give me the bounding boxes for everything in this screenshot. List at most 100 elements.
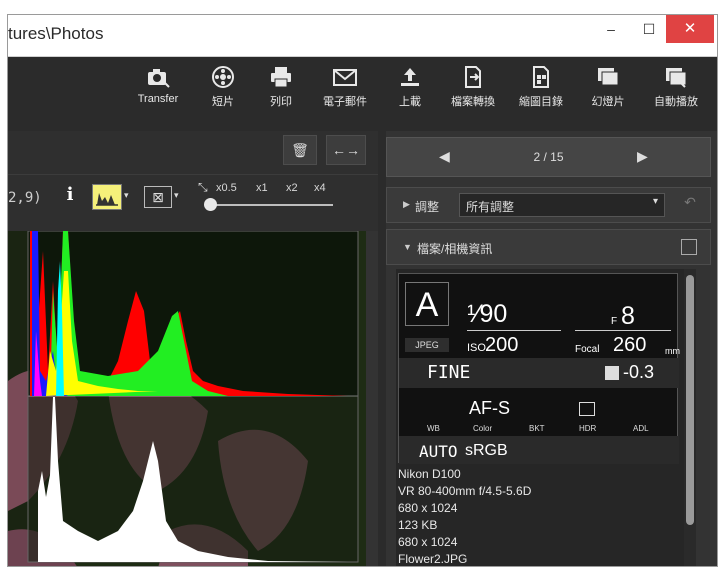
viewer-secondary-toolbar: 2,9) i ▾ ⊠ ▾ ⤡ x0.5 x1 x2 x4: [8, 176, 378, 218]
pixel-coordinates: 2,9): [8, 190, 42, 206]
shutter-speed: ¹⁄90: [467, 300, 508, 328]
main-toolbar: Transfer 短片 列印 電子郵件 上載 檔案轉換 縮圖目錄 幻燈片 自動播…: [8, 57, 717, 131]
zoom-fit-button[interactable]: ⊠: [144, 186, 172, 208]
transfer-button[interactable]: Transfer: [126, 65, 190, 105]
print-button[interactable]: 列印: [261, 65, 301, 109]
exposure-compensation-icon: [605, 366, 619, 380]
iso-value: 200: [485, 334, 519, 356]
image-quality: FINE: [427, 362, 471, 383]
viewer-panel: 🗑 ←→ 2,9) i ▾ ⊠ ▾ ⤡ x0.5 x1 x2 x4: [8, 131, 378, 566]
autoplay-icon: [666, 68, 687, 88]
arrows-horizontal-icon: ←→: [332, 142, 360, 158]
white-balance-value: AUTO: [419, 442, 458, 461]
maximize-button[interactable]: ☐: [636, 15, 662, 43]
image-counter: 2 / 15: [533, 150, 564, 164]
image-viewer[interactable]: [8, 230, 366, 566]
film-reel-icon: [212, 66, 234, 88]
toolbar-item-label: 列印: [270, 96, 292, 108]
file-info-label: 檔案/相機資訊: [417, 242, 493, 256]
trash-icon: 🗑: [291, 142, 309, 158]
camera-model: Nikon D100: [398, 467, 461, 481]
iso-label: ISO: [467, 342, 486, 354]
exposure-mode: A: [405, 282, 449, 326]
adjust-dropdown[interactable]: 所有調整 ▾: [459, 193, 665, 217]
toolbar-item-label: 電子郵件: [323, 96, 367, 108]
viewer-top-toolbar: 🗑 ←→: [8, 131, 378, 175]
image-navigation: ◀ 2 / 15 ▶: [386, 137, 711, 177]
next-image-button[interactable]: ▶: [637, 148, 648, 165]
close-button[interactable]: ✕: [666, 15, 714, 43]
reset-adjustments-button[interactable]: ↶: [677, 194, 703, 216]
slideshow-button[interactable]: 幻燈片: [583, 65, 633, 109]
zoom-level-1[interactable]: x1: [256, 182, 268, 194]
zoom-level-3[interactable]: x4: [314, 182, 326, 194]
aperture-prefix: F: [611, 316, 618, 327]
compare-button[interactable]: ←→: [326, 135, 366, 165]
hdr-label: HDR: [579, 424, 597, 433]
info-toggle-button[interactable]: i: [60, 184, 80, 210]
histogram-toggle-button[interactable]: [92, 184, 122, 210]
focus-mode: AF-S: [469, 398, 511, 418]
email-button[interactable]: 電子郵件: [313, 65, 377, 109]
focal-unit: mm: [665, 346, 680, 356]
file-info-section-header[interactable]: ▼ 檔案/相機資訊: [386, 229, 711, 265]
file-name: Flower2.JPG: [398, 552, 468, 566]
histogram-icon: [96, 193, 118, 206]
adjust-section: ▶ 調整 所有調整 ▾ ↶: [386, 187, 711, 223]
info-panel-settings-icon[interactable]: [681, 239, 697, 255]
lens-model: VR 80-400mm f/4.5-5.6D: [398, 484, 532, 498]
aperture-value: 8: [621, 302, 635, 330]
camera-transfer-icon: [148, 69, 170, 88]
chevron-down-icon[interactable]: ▾: [124, 190, 129, 201]
printer-icon: [271, 67, 291, 88]
minimize-button[interactable]: ‒: [598, 15, 624, 43]
collapsed-arrow-icon[interactable]: ▶: [403, 199, 410, 210]
adl-label: ADL: [633, 424, 649, 433]
image-size: 680 x 1024: [398, 501, 458, 515]
color-label: Color: [473, 424, 493, 433]
image-dimensions: 680 x 1024: [398, 535, 458, 549]
upload-icon: [401, 68, 419, 86]
expanded-arrow-icon: ▼: [403, 242, 412, 252]
delete-button[interactable]: 🗑: [283, 135, 317, 165]
file-details: Nikon D100 VR 80-400mm f/4.5-5.6D 680 x …: [398, 467, 678, 566]
divider: [575, 330, 671, 331]
info-scrollbar-thumb[interactable]: [686, 275, 694, 525]
upload-button[interactable]: 上載: [390, 65, 430, 109]
zoom-level-2[interactable]: x2: [286, 182, 298, 194]
adjust-dropdown-value: 所有調整: [466, 200, 515, 214]
toolbar-item-label: 檔案轉換: [451, 96, 495, 108]
reset-icon: ↶: [684, 194, 696, 210]
slideshow-icon: [598, 68, 619, 86]
zoom-slider-track[interactable]: [208, 204, 333, 206]
shooting-info-panel: A JPEG ¹⁄90 F 8 ISO 200 Focal 260 mm FIN…: [398, 273, 680, 464]
zoom-fit-icon: ⊠: [152, 189, 164, 205]
file-size: 123 KB: [398, 518, 438, 532]
focal-label: Focal: [575, 344, 600, 355]
window-title: tures\Photos: [8, 24, 104, 43]
file-convert-button[interactable]: 檔案轉換: [445, 65, 501, 109]
wb-label: WB: [427, 424, 440, 433]
zoom-shrink-icon: ⤡: [198, 180, 208, 194]
metering-mode-icon: [579, 402, 595, 416]
chevron-down-icon: ▾: [652, 196, 658, 207]
toolbar-item-label: 短片: [212, 96, 234, 108]
viewer-scrollbar[interactable]: [366, 231, 378, 566]
adjust-label: 調整: [415, 200, 440, 214]
photo-with-histogram: [8, 230, 366, 566]
bkt-label: BKT: [529, 424, 545, 433]
title-bar: tures\Photos ‒ ☐ ✕: [8, 15, 717, 57]
movie-button[interactable]: 短片: [203, 65, 243, 109]
toolbar-item-label: 自動播放: [654, 96, 698, 108]
thumbnail-list-icon: [533, 66, 549, 88]
divider: [467, 330, 561, 331]
thumbnail-list-button[interactable]: 縮圖目錄: [513, 65, 569, 109]
chevron-down-icon[interactable]: ▾: [174, 190, 179, 201]
autoplay-button[interactable]: 自動播放: [646, 65, 706, 109]
file-info-body: A JPEG ¹⁄90 F 8 ISO 200 Focal 260 mm FIN…: [396, 269, 684, 566]
color-space-value: sRGB: [465, 442, 508, 459]
file-convert-icon: [465, 66, 481, 88]
zoom-level-0[interactable]: x0.5: [216, 182, 237, 194]
zoom-slider-knob[interactable]: [204, 198, 217, 211]
info-scrollbar[interactable]: [684, 269, 696, 566]
